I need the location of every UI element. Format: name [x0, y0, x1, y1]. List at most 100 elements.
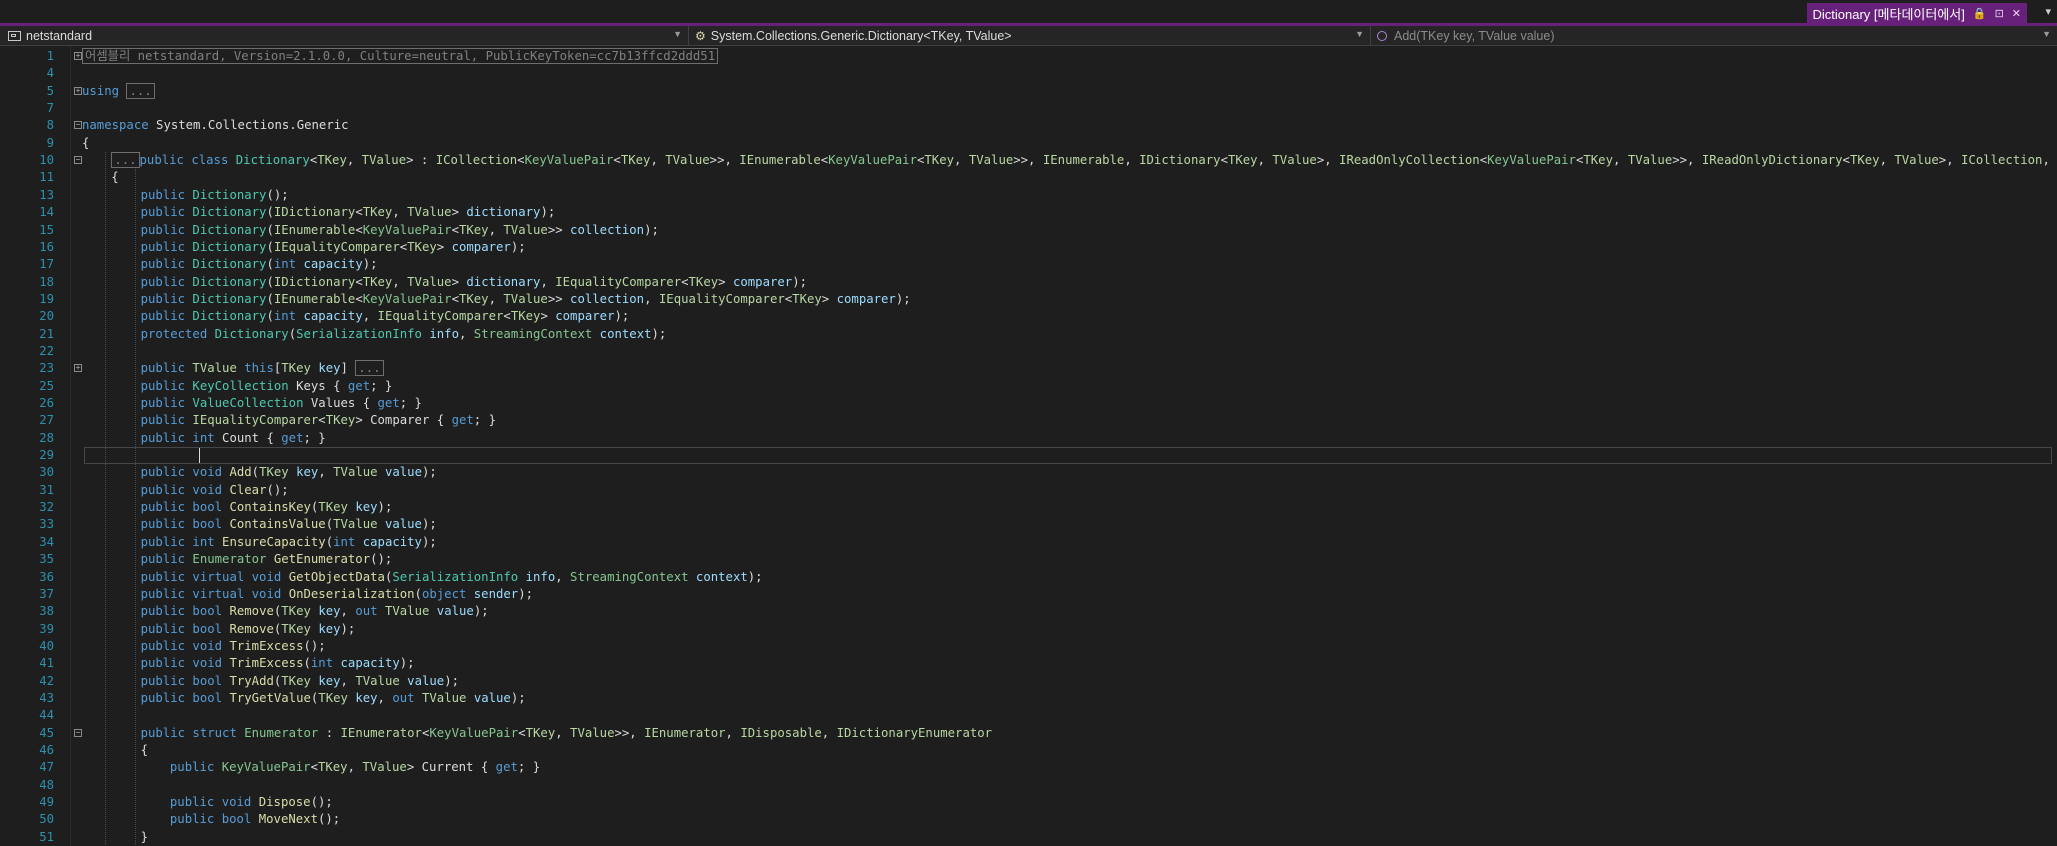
code-text: public void TrimExcess(); [141, 638, 326, 655]
code-line: 1 + 어셈블리 netstandard, Version=2.1.0.0, Cul… [0, 48, 2057, 65]
code-line: 39 public bool Remove(TKey key); [0, 621, 2057, 638]
code-line: 26 public ValueCollection Values { get; } [0, 395, 2057, 412]
code-token: IEnumerator [340, 725, 422, 740]
code-token: GetEnumerator [273, 552, 371, 567]
close-icon[interactable]: ✕ [2012, 7, 2021, 20]
code-token: < [355, 274, 363, 289]
code-token: , [644, 291, 659, 306]
code-token: Keys { [288, 378, 348, 393]
code-token: IEqualityComparer [377, 309, 504, 324]
collapse-outline-icon[interactable]: − [74, 728, 82, 737]
code-token: KeyCollection [192, 378, 289, 393]
code-token: void [192, 656, 223, 671]
code-token: , [340, 673, 356, 688]
code-token: IEqualityComparer [192, 413, 319, 428]
document-tab-strip: Dictionary [메타데이터에서] 🔒 ⊡ ✕ ▾ [0, 0, 2057, 26]
code-token: bool [192, 673, 223, 688]
tab-overflow-dropdown-icon[interactable]: ▾ [2045, 5, 2051, 18]
code-token: , [1613, 153, 1628, 168]
pin-icon[interactable]: 🔒 [1973, 7, 1987, 20]
code-token: TKey [1583, 153, 1613, 168]
code-token: ); [421, 517, 437, 532]
code-token: IEnumerable [739, 153, 821, 168]
code-line: 48 [0, 777, 2057, 794]
code-token: this [244, 361, 274, 376]
line-number: 32 [39, 500, 54, 515]
code-token: , [821, 725, 837, 740]
code-text: public bool Remove(TKey key); [141, 621, 356, 638]
code-token: key [318, 621, 341, 636]
code-token: ); [473, 604, 489, 619]
code-token: TryGetValue [229, 690, 311, 705]
line-number: 36 [39, 569, 54, 584]
code-token: void [192, 465, 223, 480]
expand-outline-icon[interactable]: + [74, 52, 82, 60]
code-token: virtual [192, 586, 245, 601]
code-token: TKey [318, 690, 348, 705]
code-token: , [362, 309, 378, 324]
code-token: > [540, 309, 556, 324]
code-token: TKey [688, 274, 719, 289]
code-token: { [111, 170, 119, 185]
code-token: ( [266, 239, 274, 254]
collapsed-region[interactable]: ... [126, 82, 155, 99]
code-token: TKey [281, 673, 311, 688]
code-text: public bool ContainsValue(TValue value); [141, 516, 437, 533]
member-dropdown[interactable]: Add(TKey key, TValue value) ▼ [1371, 26, 2057, 45]
code-token: ); [362, 257, 378, 272]
code-token: collection [570, 291, 645, 306]
code-line: 8 − namespace System.Collections.Generic [0, 117, 2057, 134]
code-token: public [140, 690, 186, 705]
collapsed-region[interactable]: ... [111, 152, 140, 169]
code-line: 15 public Dictionary(IEnumerable<KeyValue… [0, 222, 2057, 239]
code-text: { [111, 169, 118, 186]
line-number: 35 [39, 552, 54, 567]
code-token: (); [266, 187, 289, 202]
code-token: TValue [362, 760, 407, 775]
code-text: public void Clear(); [141, 482, 289, 499]
code-token: ); [340, 621, 356, 636]
code-token: bool [221, 812, 252, 827]
expand-outline-icon[interactable]: + [74, 86, 82, 95]
line-number: 1 [46, 49, 54, 63]
collapse-outline-icon[interactable]: − [74, 156, 82, 165]
code-text: using ... [82, 82, 155, 100]
code-token: < [355, 222, 363, 237]
code-token: public [140, 378, 186, 393]
document-tab-dictionary[interactable]: Dictionary [메타데이터에서] 🔒 ⊡ ✕ [1806, 3, 2027, 23]
keep-open-icon[interactable]: ⊡ [1995, 7, 2004, 20]
code-token: TKey [1227, 153, 1258, 168]
code-token: TValue [355, 673, 400, 688]
line-number: 44 [39, 708, 54, 723]
code-token: > Comparer { [355, 413, 452, 428]
code-line: 23 + public TValue this[TKey key] ... [0, 360, 2057, 377]
code-token: KeyValuePair [362, 222, 452, 237]
expand-outline-icon[interactable]: + [74, 364, 82, 373]
code-token: bool [192, 517, 223, 532]
code-token: ); [399, 656, 415, 671]
collapse-outline-icon[interactable]: − [74, 121, 82, 130]
class-icon: ⚙ [695, 28, 706, 43]
code-editor[interactable]: 1 + 어셈블리 netstandard, Version=2.1.0.0, Cul… [0, 46, 2057, 846]
collapsed-region[interactable]: 어셈블리 netstandard, Version=2.1.0.0, Cultu… [82, 48, 719, 64]
code-line: 45 − public struct Enumerator : IEnumerato… [0, 725, 2057, 742]
type-dropdown[interactable]: ⚙ System.Collections.Generic.Dictionary<… [689, 26, 1371, 45]
code-token: , [725, 725, 741, 740]
code-token: IEqualityComparer [273, 239, 400, 254]
code-token: IDictionary [273, 205, 356, 220]
code-token: KeyValuePair [828, 153, 917, 168]
code-token: public [140, 222, 186, 237]
collapsed-region[interactable]: ... [355, 360, 384, 377]
project-dropdown[interactable]: netstandard ▼ [0, 26, 689, 45]
code-token: IEnumerable [1042, 153, 1125, 168]
code-token: info [525, 569, 556, 584]
line-number: 13 [39, 187, 54, 202]
code-line: 34 public int EnsureCapacity(int capacity… [0, 534, 2057, 551]
